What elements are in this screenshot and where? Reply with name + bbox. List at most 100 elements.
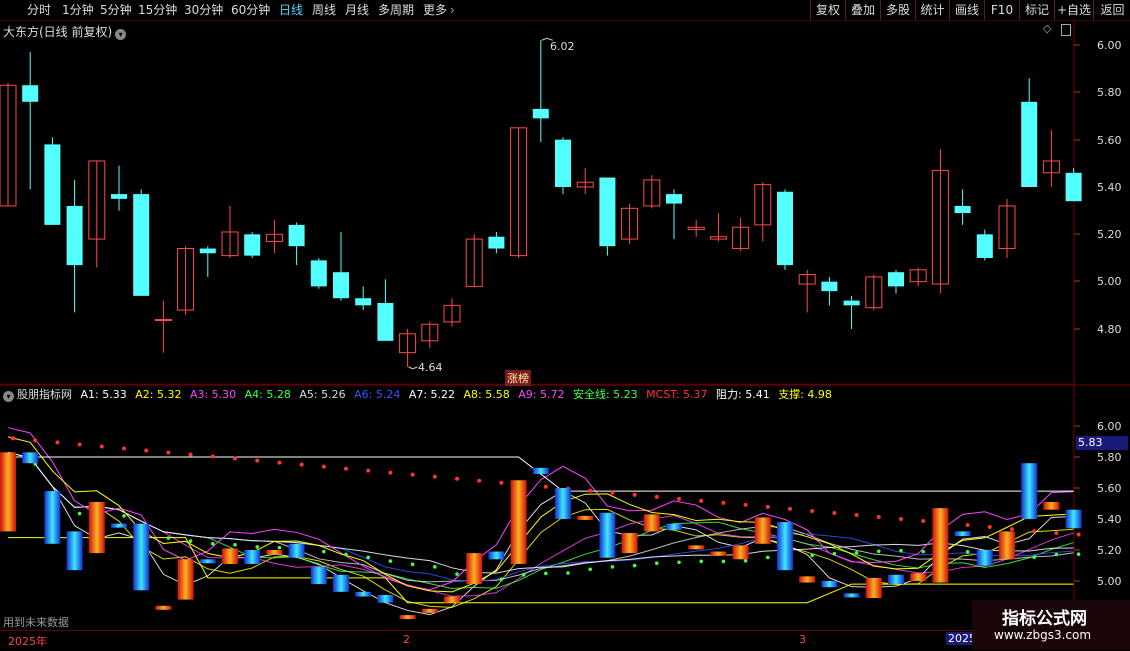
low-marker [408,366,418,370]
indicator-candle [976,550,993,566]
top-gainers-tag[interactable]: 涨榜 [505,370,531,386]
legend-a1: A1: 5.33 [80,388,127,401]
candle-body [1065,172,1082,202]
safety-line-dot [610,565,615,569]
safety-line-dot [832,551,837,556]
mcst-dot [210,454,215,459]
indicator-ma-line [7,451,1074,616]
candle-body [666,194,682,204]
indicator-candle [577,515,594,520]
axis-label: 5.20 [1097,228,1122,241]
candle-body [333,272,349,299]
candle-body [377,302,394,341]
safety-line-dot [433,565,437,569]
indicator-candle [666,523,682,530]
chevron-down-icon[interactable]: ▾ [115,29,127,40]
window-icon[interactable] [1061,24,1071,36]
indicator-candle [1065,509,1082,529]
indicator-candle [421,608,438,613]
mcst-dot [654,494,659,499]
indicator-candle [310,567,327,585]
indicator-candle [643,514,660,532]
mcst-dot [432,474,437,479]
indicator-candle [133,523,150,591]
indicator-candle [1043,501,1060,510]
safety-line-dot [766,555,770,560]
mcst-dot [965,523,970,528]
safety-line-dot [322,549,326,554]
indicator-candle [88,501,105,554]
axis-label: 5.60 [1097,134,1122,147]
legend-a9: A9: 5.72 [518,388,565,401]
safety-line-dot [1054,552,1059,557]
mcst-dot [987,525,992,530]
indicator-candle [888,574,904,585]
indicator-candle [510,480,527,564]
safety-line-dot [632,563,637,568]
safety-line-dot [410,562,415,567]
safety-line-dot [854,550,859,555]
safety-line-dot [877,549,881,554]
candle-body [244,234,261,256]
indicator-candle [466,553,483,585]
mcst-dot [166,450,171,455]
high-price-label: 6.02 [550,40,575,53]
mcst-dot [1032,529,1037,534]
legend-a2: A2: 5.32 [135,388,182,401]
indicator-candle [732,545,749,560]
mcst-dot [344,466,348,471]
mcst-dot [122,446,126,451]
axis-label: 5.60 [1097,482,1122,495]
mcst-dot [1054,531,1059,536]
indicator-candle [532,467,549,475]
axis-label: 6.00 [1097,420,1122,433]
safety-line-dot [277,545,282,550]
mcst-dot [366,468,371,473]
legend-a8: A8: 5.58 [463,388,510,401]
indicator-candle [444,596,460,603]
indicator-candle [710,551,727,556]
candle-body [66,205,83,266]
mcst-dot [77,442,82,447]
candle-body [44,144,61,225]
indicator-candle [177,559,194,600]
mcst-dot [588,488,593,493]
axis-label: 5.80 [1097,451,1122,464]
safety-line-dot [965,550,970,554]
chevron-down-icon[interactable]: ▾ [3,391,14,402]
safety-line-dot [366,555,371,560]
diamond-icon[interactable]: ◇ [1043,22,1051,35]
safety-line-dot [544,571,548,576]
legend-a3: A3: 5.30 [189,388,237,401]
support-line [8,537,1074,604]
axis-label: 5.00 [1097,275,1122,288]
indicator-candle [799,576,816,583]
candle-body [355,298,372,306]
mcst-dot [255,458,260,463]
mcst-dot [99,444,104,449]
indicator-candle [555,488,571,519]
indicator-candle [999,531,1015,560]
date-axis: 2025年 2 3 2025 [0,630,1130,651]
indicator-candle [843,593,860,598]
safety-line-dot [188,539,193,543]
indicator-candle [44,491,61,544]
mcst-dot [921,519,926,524]
indicator-candle [111,523,127,528]
indicator-candle [0,452,16,532]
safety-line-dot [521,573,526,577]
indicator-candle [599,512,616,558]
main-chart-title: 大东方(日线 前复权) ▾ [3,23,127,40]
indicator-candle [155,605,172,610]
indicator-candle [288,543,305,558]
watermark-title: 指标公式网 [1002,609,1087,629]
mcst-dot [876,514,881,519]
indicator-candle [621,532,638,554]
axis-label: 5.40 [1097,181,1122,194]
date-label: 2 [403,633,410,646]
candle-body [599,177,616,247]
indicator-candle [754,517,771,544]
safety-line-dot [721,559,726,564]
safety-line-dot [233,542,237,547]
date-label: 2025年 [8,635,47,648]
